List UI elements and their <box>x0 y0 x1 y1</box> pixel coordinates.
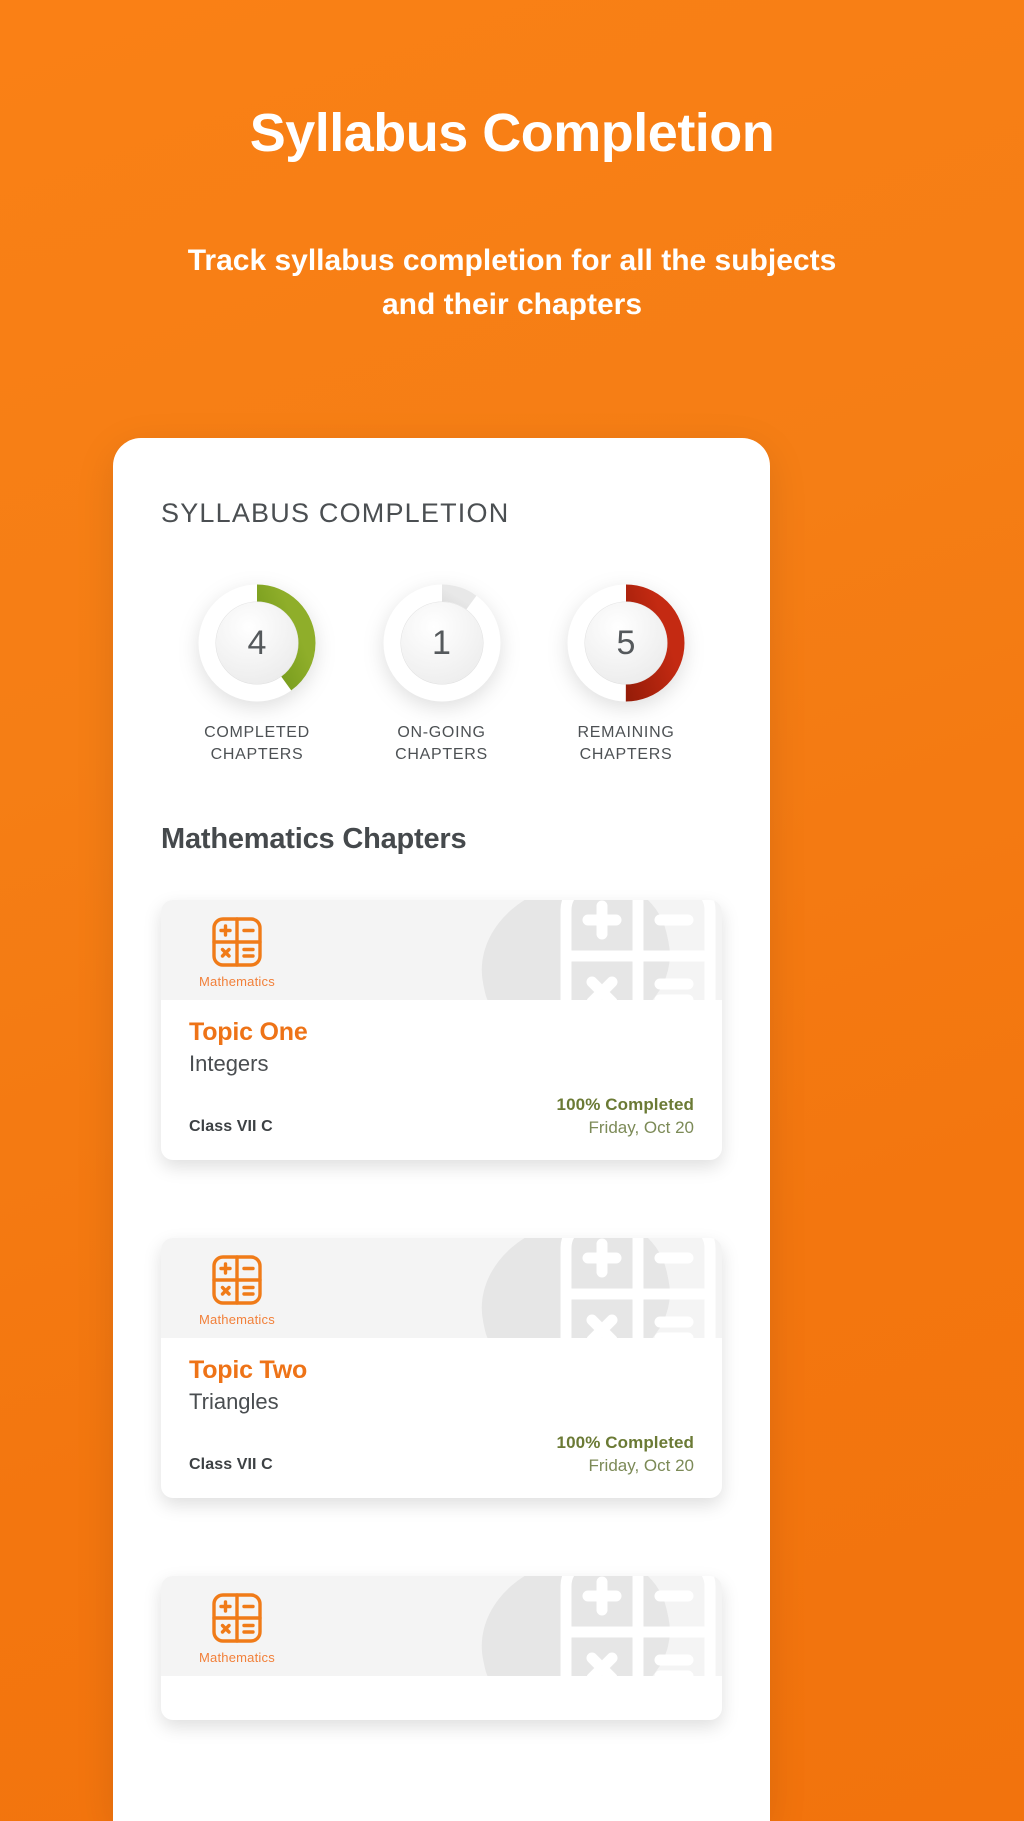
chapter-card[interactable]: Mathematics <box>161 1576 722 1721</box>
subject-badge: Mathematics <box>199 914 275 989</box>
class-label: Class VII C <box>189 1118 273 1136</box>
stat-label: ON-GOING CHAPTERS <box>395 722 488 765</box>
stat-ongoing[interactable]: 1 ON-GOING CHAPTERS <box>358 584 526 765</box>
completion-block: 100% Completed Friday, Oct 20 <box>557 1095 694 1138</box>
section-heading: Mathematics Chapters <box>161 823 467 856</box>
calculator-watermark-icon <box>560 900 716 1001</box>
completion-status: 100% Completed <box>556 1433 694 1453</box>
subject-label: Mathematics <box>199 1650 275 1666</box>
screen-title: SYLLABUS COMPLETION <box>161 498 510 528</box>
stat-label-line1: COMPLETED <box>204 724 310 741</box>
page-subtitle: Track syllabus completion for all the su… <box>187 244 837 321</box>
card-header: Mathematics <box>161 900 722 1001</box>
stat-label-line1: ON-GOING <box>397 724 486 741</box>
topic-title: Topic One <box>189 1018 308 1047</box>
class-label: Class VII C <box>189 1456 273 1474</box>
phone-mockup: SYLLABUS COMPLETION 4 COMPLETED CHAPTERS… <box>113 438 770 1821</box>
donut-chart-remaining: 5 <box>567 584 685 702</box>
subject-label: Mathematics <box>199 1312 275 1328</box>
stats-row: 4 COMPLETED CHAPTERS 1 ON-GOING CHAPTERS… <box>161 529 722 765</box>
completion-date: Friday, Oct 20 <box>588 1118 695 1138</box>
completion-block: 100% Completed Friday, Oct 20 <box>557 1433 694 1476</box>
calculator-icon <box>212 917 262 967</box>
stat-label: REMAINING CHAPTERS <box>578 722 675 765</box>
calculator-icon <box>212 1255 262 1305</box>
stat-label-line2: CHAPTERS <box>579 745 673 763</box>
completion-date: Friday, Oct 20 <box>588 1456 695 1476</box>
card-body <box>161 1676 722 1720</box>
stat-value: 5 <box>616 623 636 662</box>
card-footer: Class VII C 100% Completed Friday, Oct 2… <box>189 1095 694 1138</box>
hero-section: Syllabus Completion Track syllabus compl… <box>0 0 1024 326</box>
stat-label-line1: REMAINING <box>577 724 675 741</box>
donut-chart-ongoing: 1 <box>383 584 501 702</box>
stat-value: 1 <box>432 623 451 662</box>
subject-badge: Mathematics <box>199 1590 275 1665</box>
stat-label-line2: CHAPTERS <box>395 745 488 763</box>
calculator-watermark-icon <box>560 1576 716 1677</box>
card-header: Mathematics <box>161 1238 722 1339</box>
chapter-name: Integers <box>189 1051 269 1077</box>
calculator-icon <box>212 1593 262 1643</box>
stat-completed[interactable]: 4 COMPLETED CHAPTERS <box>173 584 341 765</box>
calculator-watermark-icon <box>560 1238 716 1339</box>
chapter-name: Triangles <box>189 1389 279 1415</box>
card-body: Topic Two Triangles Class VII C 100% Com… <box>161 1338 722 1498</box>
subject-badge: Mathematics <box>199 1252 275 1327</box>
completion-status: 100% Completed <box>556 1095 694 1115</box>
page-title: Syllabus Completion <box>249 103 775 163</box>
chapter-card[interactable]: Mathematics Topic One Integers Class VII… <box>161 900 722 1161</box>
card-header: Mathematics <box>161 1576 722 1677</box>
chapter-card[interactable]: Mathematics Topic Two Triangles Class VI… <box>161 1238 722 1499</box>
donut-chart-completed: 4 <box>198 584 316 702</box>
stat-label: COMPLETED CHAPTERS <box>204 722 310 765</box>
chapter-list: Mathematics Topic One Integers Class VII… <box>161 856 722 1721</box>
card-body: Topic One Integers Class VII C 100% Comp… <box>161 1000 722 1160</box>
stat-label-line2: CHAPTERS <box>210 745 304 763</box>
stat-value: 4 <box>247 623 267 662</box>
card-footer: Class VII C 100% Completed Friday, Oct 2… <box>189 1433 694 1476</box>
subject-label: Mathematics <box>199 974 275 990</box>
stat-remaining[interactable]: 5 REMAINING CHAPTERS <box>542 584 710 765</box>
topic-title: Topic Two <box>189 1356 308 1385</box>
